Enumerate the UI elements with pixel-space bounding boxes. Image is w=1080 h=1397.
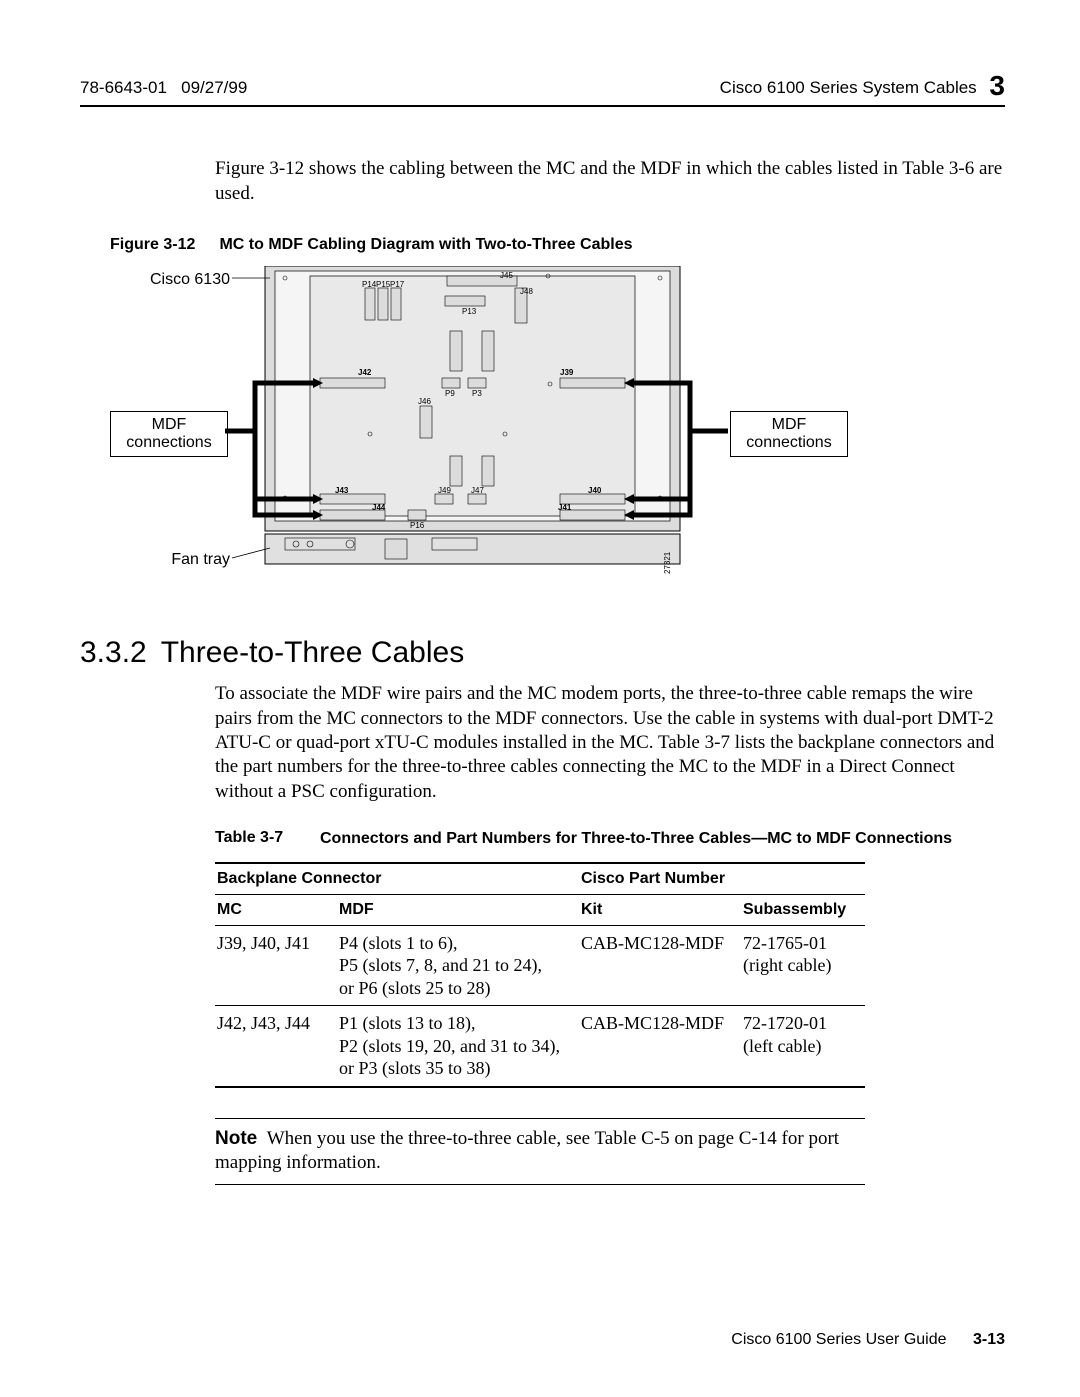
svg-text:P9: P9: [445, 389, 455, 398]
table-title: Connectors and Part Numbers for Three-to…: [320, 829, 1005, 850]
table-row: J39, J40, J41 P4 (slots 1 to 6), P5 (slo…: [215, 925, 865, 1006]
cell-mc: J39, J40, J41: [215, 925, 337, 1006]
svg-text:P16: P16: [410, 521, 425, 530]
svg-text:J49: J49: [438, 486, 451, 495]
table-row: J42, J43, J44 P1 (slots 13 to 18), P2 (s…: [215, 1006, 865, 1087]
cell-mdf: P4 (slots 1 to 6), P5 (slots 7, 8, and 2…: [337, 925, 579, 1006]
col-kit: Kit: [579, 894, 741, 925]
cell-sub: 72-1765-01 (right cable): [741, 925, 865, 1006]
doc-id: 78-6643-01: [80, 78, 167, 97]
chapter-number: 3: [989, 70, 1005, 101]
footer-guide: Cisco 6100 Series User Guide: [731, 1331, 946, 1348]
doc-date: 09/27/99: [181, 78, 247, 97]
page-header: 78-6643-01 09/27/99 Cisco 6100 Series Sy…: [80, 70, 1005, 107]
figure-title: MC to MDF Cabling Diagram with Two-to-Th…: [219, 236, 632, 253]
svg-text:P14: P14: [362, 280, 377, 289]
cell-kit: CAB-MC128-MDF: [579, 1006, 741, 1087]
svg-text:J41: J41: [558, 503, 572, 512]
figure-caption: Figure 3-12 MC to MDF Cabling Diagram wi…: [110, 236, 1005, 254]
svg-text:27321: 27321: [663, 552, 672, 575]
svg-text:J45: J45: [500, 271, 513, 280]
page-footer: Cisco 6100 Series User Guide 3-13: [731, 1331, 1005, 1349]
figure-label: Figure 3-12: [110, 236, 215, 254]
svg-text:J48: J48: [520, 287, 533, 296]
section-heading: 3.3.2 Three-to-Three Cables: [80, 636, 1005, 670]
section-title: Cisco 6100 Series System Cables: [720, 78, 977, 97]
cell-mdf: P1 (slots 13 to 18), P2 (slots 19, 20, a…: [337, 1006, 579, 1087]
svg-text:P3: P3: [472, 389, 482, 398]
section-body: To associate the MDF wire pairs and the …: [215, 682, 1005, 804]
table-label: Table 3-7: [215, 829, 320, 850]
col-mc: MC: [215, 894, 337, 925]
intro-paragraph: Figure 3-12 shows the cabling between th…: [215, 157, 1005, 206]
connectors-table: Backplane Connector Cisco Part Number MC…: [215, 862, 865, 1088]
note-label: Note: [215, 1128, 257, 1149]
svg-text:P13: P13: [462, 307, 477, 316]
svg-text:J42: J42: [358, 368, 372, 377]
section-number: 3.3.2: [80, 636, 147, 669]
table-caption: Table 3-7 Connectors and Part Numbers fo…: [215, 829, 1005, 850]
svg-text:J43: J43: [335, 486, 349, 495]
svg-text:J40: J40: [588, 486, 602, 495]
col-mdf: MDF: [337, 894, 579, 925]
col-group-backplane: Backplane Connector: [215, 863, 579, 895]
svg-text:J44: J44: [372, 503, 386, 512]
cell-sub: 72-1720-01 (left cable): [741, 1006, 865, 1087]
svg-text:J47: J47: [471, 486, 484, 495]
cabling-diagram: Cisco 6130 MDFconnections Fan tray MDFco…: [110, 266, 1005, 586]
svg-text:P17: P17: [390, 280, 405, 289]
svg-text:J46: J46: [418, 397, 431, 406]
diagram-svg: J45 J48 P14 P15 P17 P13 J42 J39: [110, 266, 850, 586]
note-text: When you use the three-to-three cable, s…: [215, 1128, 839, 1174]
cell-kit: CAB-MC128-MDF: [579, 925, 741, 1006]
svg-text:P15: P15: [376, 280, 391, 289]
cell-mc: J42, J43, J44: [215, 1006, 337, 1087]
note-block: Note When you use the three-to-three cab…: [215, 1118, 865, 1185]
section-title-text: Three-to-Three Cables: [161, 636, 464, 669]
svg-text:J39: J39: [560, 368, 574, 377]
col-sub: Subassembly: [741, 894, 865, 925]
footer-page: 3-13: [973, 1331, 1005, 1348]
col-group-partnum: Cisco Part Number: [579, 863, 865, 895]
